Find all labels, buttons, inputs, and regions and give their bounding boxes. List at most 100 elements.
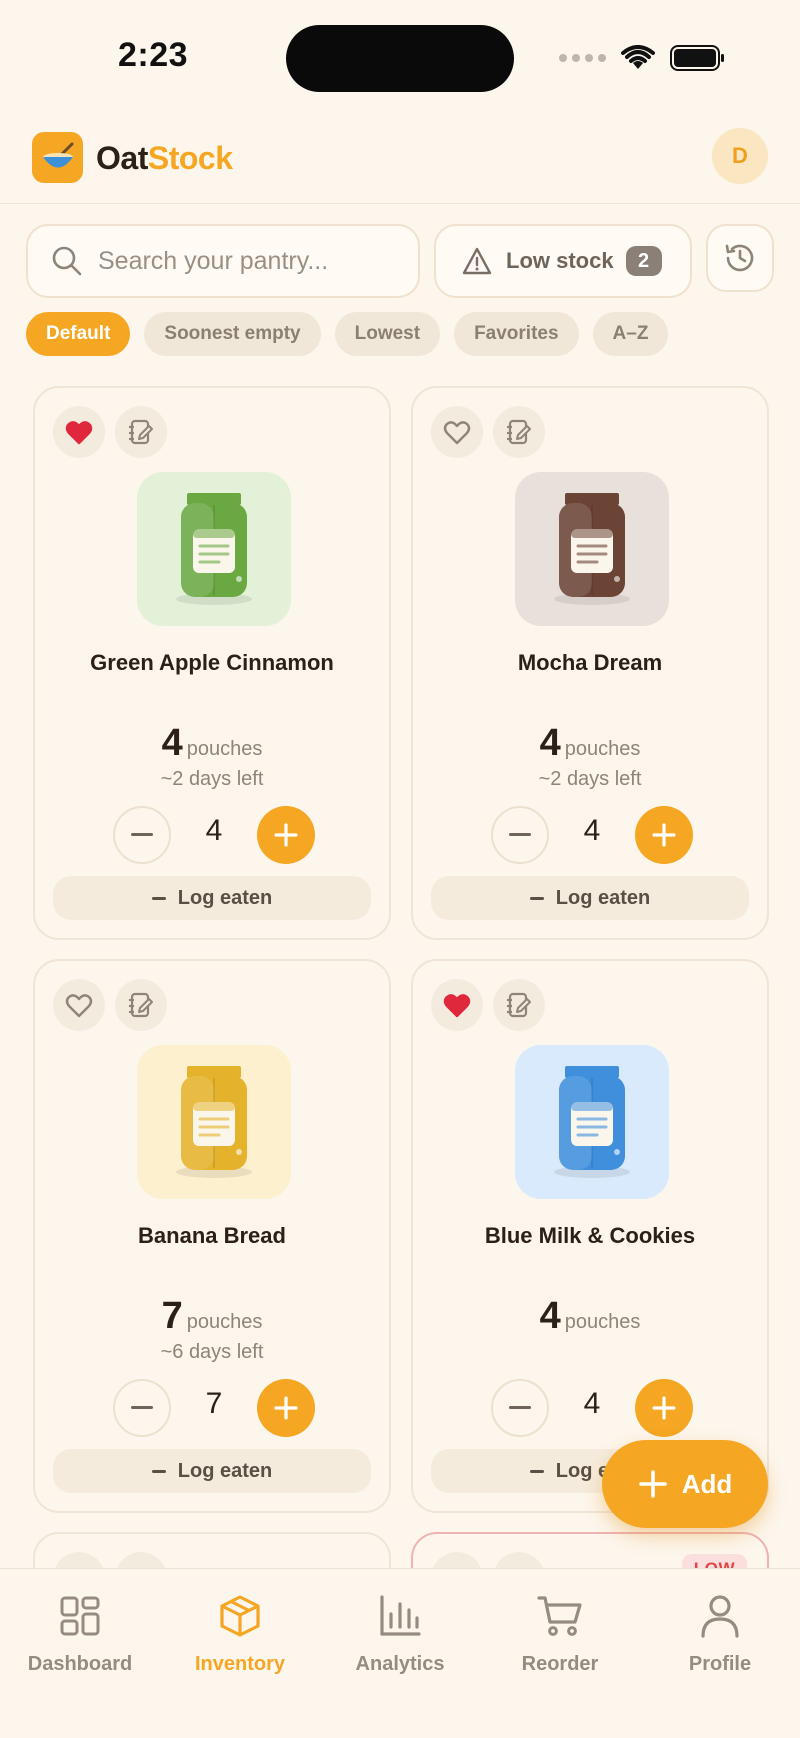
product-card[interactable]: Green Apple Cinnamon 4 pouches ~2 days left… (33, 386, 391, 940)
product-name: Mocha Dream (517, 650, 663, 675)
quantity-stepper: 4 (491, 806, 693, 864)
search-icon (52, 246, 82, 276)
product-card[interactable]: Blue Milk & Cookies4pouches4Log eaten (411, 959, 769, 1513)
brand-part-stock: Stock (147, 140, 233, 176)
decrement-button[interactable] (113, 1379, 171, 1437)
log-eaten-button[interactable]: Log eaten (53, 1449, 371, 1493)
status-time: 2:23 (118, 36, 189, 74)
minus-icon (529, 896, 544, 900)
chip-favorites[interactable]: Favorites (454, 312, 579, 356)
bowl-icon (42, 142, 73, 167)
nav-profile-label: Profile (688, 1653, 752, 1675)
search-input[interactable]: Search your pantry... (26, 224, 420, 298)
warning-icon (462, 247, 492, 275)
notes-button[interactable] (115, 406, 167, 458)
box-icon (220, 1595, 260, 1637)
notes-button[interactable] (493, 406, 545, 458)
low-stock-label: Low stock (506, 248, 614, 273)
decrement-button[interactable] (491, 1379, 549, 1437)
increment-button[interactable] (257, 806, 315, 864)
stepper-value: 7 (205, 1387, 223, 1420)
product-quantity: 4 pouches (413, 1295, 767, 1338)
status-bar: 2:23 (0, 0, 800, 110)
favorite-button[interactable] (431, 979, 483, 1031)
increment-button[interactable] (635, 1379, 693, 1437)
chip-default[interactable]: Default (26, 312, 131, 356)
history-button[interactable] (706, 224, 774, 292)
heart-icon (443, 421, 471, 445)
increment-button[interactable] (257, 1379, 315, 1437)
heart-icon (65, 994, 93, 1018)
product-image (137, 472, 291, 626)
heart-icon (443, 994, 471, 1018)
product-image (515, 472, 669, 626)
increment-button[interactable] (635, 806, 693, 864)
grid-icon (60, 1596, 100, 1636)
product-quantity: 4 pouches (413, 722, 767, 765)
product-name: Blue Milk & Cookies (484, 1223, 696, 1248)
product-quantity: 7 pouches (35, 1295, 389, 1338)
nav-reorder[interactable]: Reorder (480, 1593, 640, 1676)
brand-name: OatStock (96, 140, 233, 177)
stepper-value: 4 (205, 814, 223, 847)
decrement-button[interactable] (491, 806, 549, 864)
favorite-button[interactable] (431, 406, 483, 458)
minus-icon (509, 833, 531, 836)
nav-dashboard[interactable]: Dashboard (0, 1593, 160, 1676)
quantity-number: 7 (161, 1295, 183, 1337)
avatar[interactable]: D (712, 128, 768, 184)
product-image (515, 1045, 669, 1199)
notebook-edit-icon (507, 992, 531, 1018)
days-left: ~2 days left (538, 768, 642, 790)
plus-icon (274, 823, 298, 847)
product-image (137, 1045, 291, 1199)
log-eaten-button[interactable]: Log eaten (53, 876, 371, 920)
quantity-number: 4 (539, 722, 561, 764)
product-card[interactable]: Mocha Dream 4 pouches ~2 days left 4 Log eate… (411, 386, 769, 940)
quantity-stepper: 7 (113, 1379, 315, 1437)
notes-button[interactable] (493, 979, 545, 1031)
chip-a-z[interactable]: A–Z (592, 312, 669, 356)
add-button-label: Add (681, 1468, 733, 1499)
chip-soonest-empty[interactable]: Soonest empty (144, 312, 321, 356)
bar-chart-icon (380, 1595, 421, 1636)
low-stock-button[interactable]: Low stock 2 (434, 224, 692, 298)
cart-icon (537, 1596, 582, 1636)
quantity-unit: pouches (564, 1311, 641, 1333)
card-actions (53, 979, 167, 1031)
stepper-value: 4 (583, 814, 601, 847)
search-placeholder: Search your pantry... (98, 246, 329, 275)
history-icon (725, 244, 754, 272)
product-name: Banana Bread (138, 1223, 286, 1248)
plus-icon (652, 1396, 676, 1420)
nav-profile[interactable]: Profile (640, 1593, 800, 1676)
battery-icon (670, 45, 724, 71)
product-quantity: 4 pouches (35, 722, 389, 765)
log-eaten-button[interactable]: Log eaten (431, 876, 749, 920)
favorite-button[interactable] (53, 406, 105, 458)
user-icon (701, 1595, 739, 1638)
status-icons (559, 44, 726, 72)
nav-analytics-label: Analytics (355, 1653, 445, 1675)
card-actions (431, 979, 545, 1031)
app-header: OatStock D (0, 110, 800, 204)
decrement-button[interactable] (113, 806, 171, 864)
nav-inventory[interactable]: Inventory (160, 1593, 320, 1676)
pouch-jar-icon (554, 1066, 630, 1178)
notebook-edit-icon (507, 419, 531, 445)
plus-icon (652, 823, 676, 847)
plus-icon (638, 1470, 667, 1498)
low-stock-count-badge: 2 (625, 246, 662, 276)
signal-icon (559, 54, 606, 62)
nav-analytics[interactable]: Analytics (320, 1593, 480, 1676)
sort-chips: Default Soonest empty Lowest Favorites A… (26, 312, 669, 356)
quantity-unit: pouches (564, 738, 641, 760)
quantity-number: 4 (539, 1295, 561, 1337)
product-card[interactable]: Banana Bread 7 pouches ~6 days left 7 Log eat… (33, 959, 391, 1513)
add-button[interactable]: Add (602, 1440, 768, 1528)
heart-icon (65, 421, 93, 445)
notes-button[interactable] (115, 979, 167, 1031)
favorite-button[interactable] (53, 979, 105, 1031)
log-eaten-label: Log eaten (555, 886, 651, 909)
chip-lowest[interactable]: Lowest (334, 312, 441, 356)
